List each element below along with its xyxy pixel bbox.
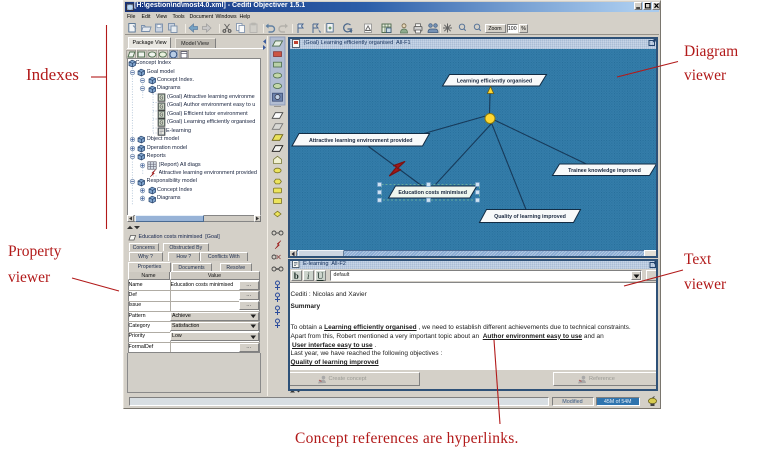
svg-text:Education costs minimised: Education costs minimised — [398, 190, 467, 196]
svg-text:Learning efficiently organised: Learning efficiently organised — [457, 78, 532, 84]
svg-text:Trainee knowledge improved: Trainee knowledge improved — [568, 167, 641, 173]
svg-text:Quality of learning improved: Quality of learning improved — [494, 214, 566, 220]
svg-text:Attractive learning environmen: Attractive learning environment provided — [309, 137, 413, 143]
